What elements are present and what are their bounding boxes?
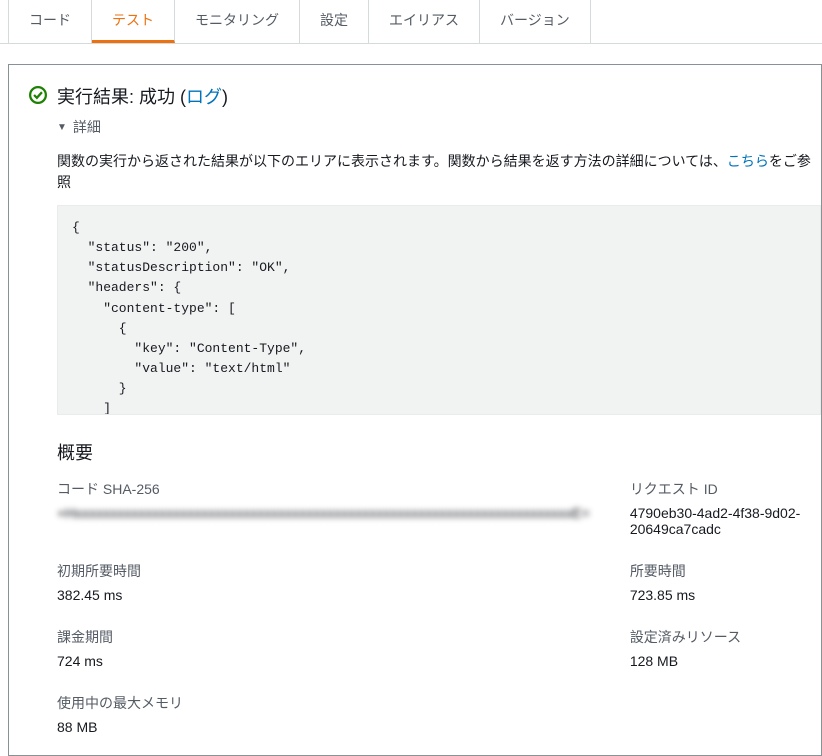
- description-prefix: 関数の実行から返された結果が以下のエリアに表示されます。関数から結果を返す方法の…: [57, 153, 727, 169]
- max-memory-value: 88 MB: [57, 719, 590, 735]
- execution-output-code: { "status": "200", "statusDescription": …: [57, 205, 821, 415]
- duration-label: 所要時間: [630, 561, 801, 581]
- sha-value: +Hxxxxxxxxxxxxxxxxxxxxxxxxxxxxxxxxxxxxxx…: [57, 505, 590, 521]
- details-label: 詳細: [73, 117, 101, 137]
- configured-resource-value: 128 MB: [630, 653, 801, 669]
- log-link[interactable]: ログ: [186, 87, 222, 107]
- success-icon: [29, 86, 47, 107]
- summary-item-sha: コード SHA-256 +Hxxxxxxxxxxxxxxxxxxxxxxxxxx…: [57, 479, 590, 537]
- tab-test[interactable]: テスト: [92, 0, 175, 43]
- result-title-text: 実行結果: 成功 (: [57, 87, 186, 107]
- tab-monitoring[interactable]: モニタリング: [175, 0, 300, 43]
- tab-aliases[interactable]: エイリアス: [369, 0, 480, 43]
- tab-versions[interactable]: バージョン: [480, 0, 591, 43]
- init-duration-label: 初期所要時間: [57, 561, 590, 581]
- tab-settings[interactable]: 設定: [300, 0, 369, 43]
- max-memory-label: 使用中の最大メモリ: [57, 693, 590, 713]
- details-toggle[interactable]: ▼ 詳細: [57, 117, 821, 137]
- summary-title: 概要: [57, 439, 821, 465]
- description-link[interactable]: こちら: [727, 153, 769, 169]
- result-title-suffix: ): [222, 87, 228, 107]
- summary-item-request-id: リクエスト ID 4790eb30-4ad2-4f38-9d02-20649ca…: [630, 479, 801, 537]
- result-header: 実行結果: 成功 (ログ): [29, 83, 821, 109]
- summary-item-max-memory: 使用中の最大メモリ 88 MB: [57, 693, 590, 735]
- execution-result-panel: 実行結果: 成功 (ログ) ▼ 詳細 関数の実行から返された結果が以下のエリアに…: [8, 64, 822, 756]
- configured-resource-label: 設定済みリソース: [630, 627, 801, 647]
- summary-grid: コード SHA-256 +Hxxxxxxxxxxxxxxxxxxxxxxxxxx…: [57, 479, 821, 735]
- billed-duration-value: 724 ms: [57, 653, 590, 669]
- summary-item-empty: [630, 693, 801, 735]
- request-id-label: リクエスト ID: [630, 479, 801, 499]
- summary-item-billed-duration: 課金期間 724 ms: [57, 627, 590, 669]
- result-description: 関数の実行から返された結果が以下のエリアに表示されます。関数から結果を返す方法の…: [57, 151, 821, 193]
- result-title: 実行結果: 成功 (ログ): [57, 83, 228, 109]
- billed-duration-label: 課金期間: [57, 627, 590, 647]
- request-id-value: 4790eb30-4ad2-4f38-9d02-20649ca7cadc: [630, 505, 801, 537]
- tab-bar: コード テスト モニタリング 設定 エイリアス バージョン: [0, 0, 822, 44]
- duration-value: 723.85 ms: [630, 587, 801, 603]
- summary-item-configured-resource: 設定済みリソース 128 MB: [630, 627, 801, 669]
- summary-item-init-duration: 初期所要時間 382.45 ms: [57, 561, 590, 603]
- sha-label: コード SHA-256: [57, 479, 590, 499]
- tab-code[interactable]: コード: [8, 0, 92, 43]
- caret-down-icon: ▼: [57, 122, 67, 133]
- init-duration-value: 382.45 ms: [57, 587, 590, 603]
- summary-item-duration: 所要時間 723.85 ms: [630, 561, 801, 603]
